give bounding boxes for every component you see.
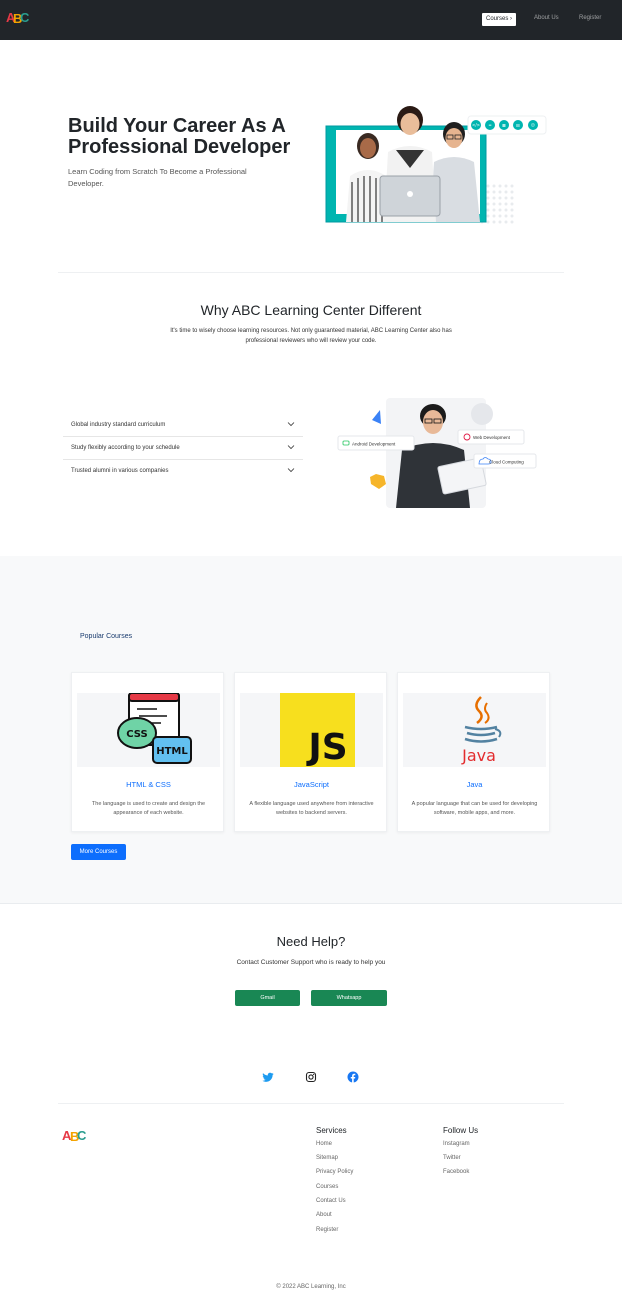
java-label: Java xyxy=(461,746,496,765)
navbar: A B C Courses › About Us Register xyxy=(0,0,622,40)
footer-link-privacy[interactable]: Privacy Policy xyxy=(316,1169,353,1175)
html-label: HTML xyxy=(156,746,188,757)
footer-link-home[interactable]: Home xyxy=(316,1141,332,1147)
more-courses-button[interactable]: More Courses xyxy=(71,844,126,860)
why-subtitle: It's time to wisely choose learning reso… xyxy=(170,328,452,344)
footer-link-twitter[interactable]: Twitter xyxy=(443,1155,461,1161)
footer-follow-title: Follow Us xyxy=(443,1126,479,1135)
nav-register-link[interactable]: Register xyxy=(579,15,601,21)
course-description: A flexible language used anywhere from i… xyxy=(249,801,374,816)
hero-title: Build Your Career As A Professional Deve… xyxy=(68,115,291,158)
section-divider xyxy=(58,272,564,273)
nav-about-link[interactable]: About Us xyxy=(534,15,559,21)
svg-text:</>: </> xyxy=(472,123,480,128)
footer-link-contact[interactable]: Contact Us xyxy=(316,1198,346,1204)
footer-divider xyxy=(58,1103,564,1104)
cloud-tag-label: Cloud Computing xyxy=(489,460,524,465)
android-tag-label: Android Development xyxy=(352,442,396,447)
accordion-item-alumni[interactable]: Trusted alumni in various companies xyxy=(63,460,303,483)
footer-services-title: Services xyxy=(316,1126,347,1135)
accordion-label: Global industry standard curriculum xyxy=(71,422,166,428)
svg-text:▦: ▦ xyxy=(502,123,506,128)
chevron-down-icon xyxy=(287,445,295,450)
hero-subtitle: Learn Coding from Scratch To Become a Pr… xyxy=(68,167,247,188)
svg-text:☺: ☺ xyxy=(531,123,535,128)
nav-courses-label: Courses xyxy=(486,16,509,22)
js-label: JS xyxy=(305,727,347,767)
footer-link-sitemap[interactable]: Sitemap xyxy=(316,1155,338,1161)
course-title[interactable]: HTML & CSS xyxy=(72,780,225,789)
course-description: The language is used to create and desig… xyxy=(91,801,206,816)
course-description: A popular language that can be used for … xyxy=(411,801,538,816)
instagram-icon[interactable] xyxy=(305,1071,317,1083)
course-card-html-css[interactable]: CSS HTML HTML & CSS The language is used… xyxy=(71,672,224,832)
gmail-button[interactable]: Gmail xyxy=(235,990,300,1006)
course-image: CSS HTML xyxy=(77,692,220,767)
accordion-item-schedule[interactable]: Study flexibly according to your schedul… xyxy=(63,437,303,460)
java-icon: Java xyxy=(461,696,502,765)
accordion-label: Study flexibly according to your schedul… xyxy=(71,445,180,451)
nav-courses-button[interactable]: Courses › xyxy=(482,13,517,26)
copyright: © 2022 ABC Learning, Inc xyxy=(276,1284,346,1290)
footer-link-courses[interactable]: Courses xyxy=(316,1184,338,1190)
why-title: Why ABC Learning Center Different xyxy=(200,302,422,318)
web-tag-label: Web Development xyxy=(473,435,511,440)
logo-letter-c: C xyxy=(77,1128,87,1143)
css-label: CSS xyxy=(126,729,147,740)
footer-logo[interactable]: A B C xyxy=(62,1128,88,1144)
course-title[interactable]: JavaScript xyxy=(235,780,388,789)
whatsapp-button[interactable]: Whatsapp xyxy=(311,990,387,1006)
footer-link-register[interactable]: Register xyxy=(316,1227,338,1233)
why-illustration: Android Development Web Development Clou… xyxy=(337,398,537,508)
svg-text:▤: ▤ xyxy=(516,123,520,128)
svg-text:≡: ≡ xyxy=(488,123,491,128)
footer-link-instagram[interactable]: Instagram xyxy=(443,1141,470,1147)
course-card-java[interactable]: Java Java A popular language that can be… xyxy=(397,672,550,832)
course-card-javascript[interactable]: JS JavaScript A flexible language used a… xyxy=(234,672,387,832)
course-image: Java xyxy=(403,693,546,767)
hero-illustration: </> ≡ ▦ ▤ ☺ xyxy=(325,106,547,224)
chevron-down-icon xyxy=(287,422,295,427)
twitter-icon[interactable] xyxy=(262,1071,274,1083)
popular-courses-label: Popular Courses xyxy=(80,633,133,640)
accordion-item-curriculum[interactable]: Global industry standard curriculum xyxy=(63,414,303,437)
facebook-icon[interactable] xyxy=(347,1071,359,1083)
footer-link-facebook[interactable]: Facebook xyxy=(443,1169,469,1175)
brand-logo[interactable]: A B C xyxy=(6,10,30,32)
html-css-icon: CSS HTML xyxy=(117,692,192,764)
course-title[interactable]: Java xyxy=(398,780,551,789)
help-title: Need Help? xyxy=(276,934,346,949)
accordion-label: Trusted alumni in various companies xyxy=(71,468,169,474)
help-subtitle: Contact Customer Support who is ready to… xyxy=(236,959,386,966)
javascript-icon: JS xyxy=(280,693,355,768)
chevron-right-icon: › xyxy=(510,16,513,22)
course-image: JS xyxy=(240,693,383,768)
logo-letter-c: C xyxy=(20,10,30,25)
footer-link-about[interactable]: About xyxy=(316,1212,332,1218)
chevron-down-icon xyxy=(287,468,295,473)
